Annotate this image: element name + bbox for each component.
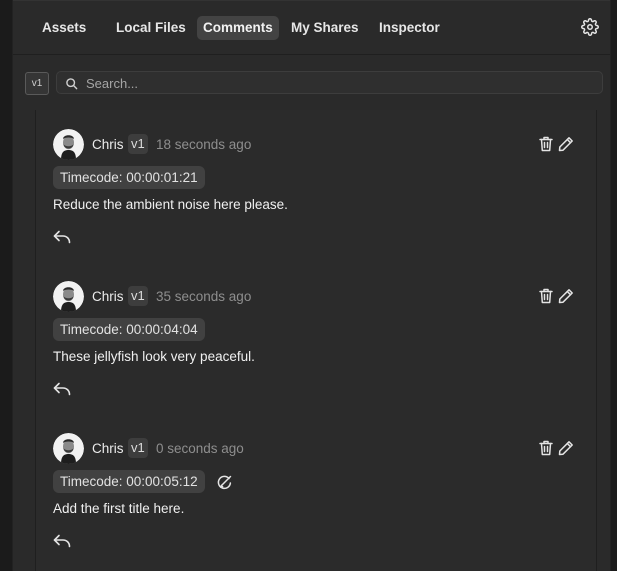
reply-icon[interactable] [53, 382, 71, 401]
comment-item: Chris v1 35 seconds ago Timecode: 00:00:… [36, 262, 596, 414]
avatar [53, 281, 84, 312]
version-filter-button[interactable]: v1 [25, 72, 49, 95]
search-input[interactable] [84, 73, 588, 94]
tab-my-shares[interactable]: My Shares [285, 16, 365, 40]
annotation-icon[interactable] [216, 474, 233, 496]
timecode-button[interactable]: Timecode: 00:00:04:04 [53, 318, 205, 341]
edit-pencil-icon[interactable] [558, 440, 574, 461]
tab-local-files[interactable]: Local Files [110, 16, 192, 40]
edit-pencil-icon[interactable] [558, 136, 574, 157]
comment-timestamp: 0 seconds ago [156, 441, 244, 456]
comment-version-badge: v1 [128, 438, 148, 458]
comments-toolbar: v1 [13, 55, 610, 103]
edit-pencil-icon[interactable] [558, 288, 574, 309]
comment-timestamp: 18 seconds ago [156, 137, 252, 152]
comment-timestamp: 35 seconds ago [156, 289, 252, 304]
comment-author: Chris [92, 441, 124, 456]
search-icon [66, 78, 78, 90]
reply-icon[interactable] [53, 230, 71, 249]
comment-item: Chris v1 0 seconds ago Timecode: 00:00:0… [36, 414, 596, 566]
timecode-button[interactable]: Timecode: 00:00:05:12 [53, 470, 205, 493]
delete-icon[interactable] [539, 288, 553, 309]
tab-assets[interactable]: Assets [36, 16, 92, 40]
tab-bar: Assets Local Files Comments My Shares In… [13, 0, 610, 55]
comment-text: These jellyfish look very peaceful. [53, 349, 255, 364]
search-box[interactable] [56, 71, 603, 94]
avatar [53, 129, 84, 160]
comment-list: Chris v1 18 seconds ago Timecode: 00:00:… [35, 110, 597, 571]
tab-comments[interactable]: Comments [197, 16, 279, 40]
comment-author: Chris [92, 289, 124, 304]
delete-icon[interactable] [539, 440, 553, 461]
comment-item: Chris v1 18 seconds ago Timecode: 00:00:… [36, 110, 596, 262]
comment-version-badge: v1 [128, 134, 148, 154]
comment-author: Chris [92, 137, 124, 152]
avatar [53, 433, 84, 464]
comments-panel: Assets Local Files Comments My Shares In… [12, 0, 611, 571]
timecode-button[interactable]: Timecode: 00:00:01:21 [53, 166, 205, 189]
tab-inspector[interactable]: Inspector [373, 16, 446, 40]
comment-text: Add the first title here. [53, 501, 185, 516]
gear-icon[interactable] [581, 18, 599, 36]
comment-version-badge: v1 [128, 286, 148, 306]
delete-icon[interactable] [539, 136, 553, 157]
comment-text: Reduce the ambient noise here please. [53, 197, 288, 212]
reply-icon[interactable] [53, 534, 71, 553]
